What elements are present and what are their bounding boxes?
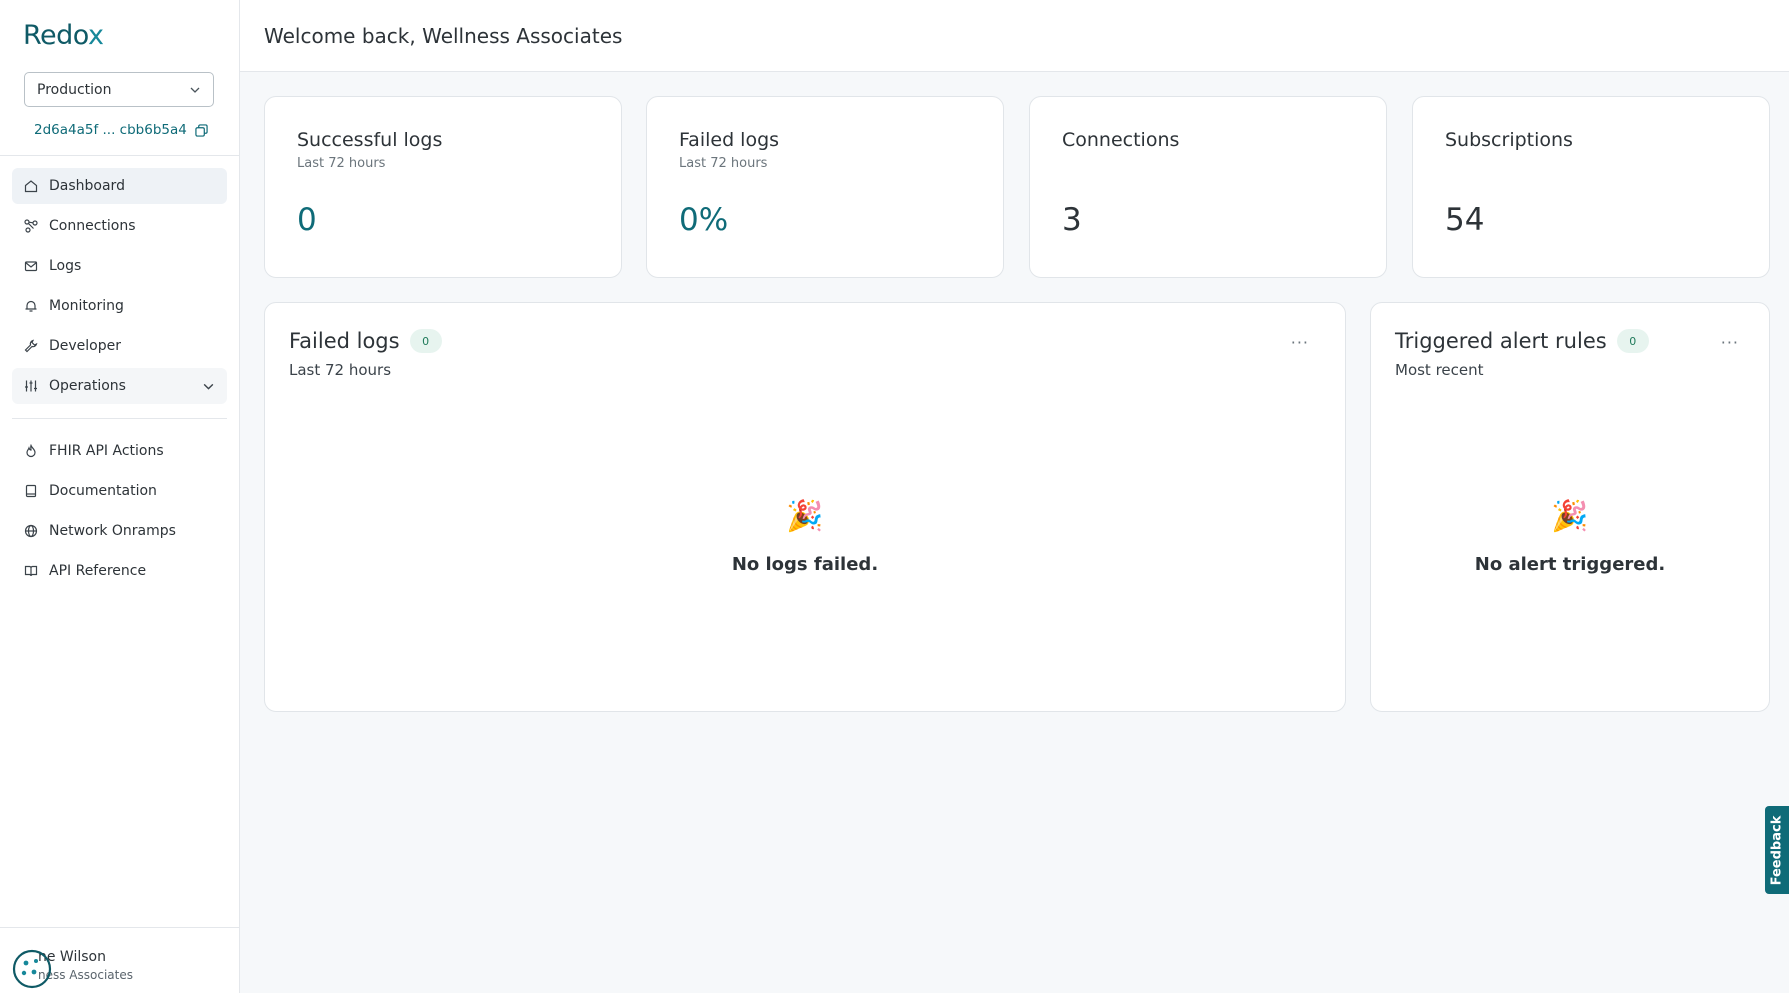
logo-text: Redo bbox=[23, 20, 89, 51]
sidebar-item-label: Network Onramps bbox=[49, 523, 176, 539]
feedback-tab[interactable]: Feedback bbox=[1765, 806, 1789, 894]
home-icon bbox=[24, 180, 38, 193]
panel-subtitle: Last 72 hours bbox=[289, 361, 392, 379]
count-badge: 0 bbox=[1616, 329, 1649, 353]
page-title: Welcome back, Wellness Associates bbox=[264, 23, 623, 48]
sidebar-item-label: FHIR API Actions bbox=[49, 443, 164, 459]
panel-header: Failed logs 0 bbox=[289, 329, 442, 353]
empty-state: 🎉 No alert triggered. bbox=[1371, 499, 1769, 575]
panel-title: Failed logs bbox=[289, 329, 400, 353]
panel-subtitle: Most recent bbox=[1395, 361, 1484, 379]
secondary-nav: FHIR API Actions Documentation Network O… bbox=[12, 433, 227, 593]
panel-header: Triggered alert rules 0 bbox=[1395, 329, 1649, 353]
stat-value: 3 bbox=[1062, 202, 1082, 238]
chevron-down-icon bbox=[203, 383, 214, 390]
sidebar-item-documentation[interactable]: Documentation bbox=[12, 473, 227, 509]
main-content: Welcome back, Wellness Associates Succes… bbox=[240, 0, 1789, 993]
primary-nav: Dashboard Connections Logs Monitoring De… bbox=[12, 168, 227, 408]
panel-title: Triggered alert rules bbox=[1395, 329, 1607, 353]
party-popper-icon: 🎉 bbox=[1551, 499, 1589, 534]
user-profile[interactable]: ne Wilson ness Associates bbox=[12, 927, 239, 993]
stat-subtitle bbox=[1062, 156, 1354, 172]
bell-icon bbox=[25, 300, 37, 312]
redox-logo[interactable]: Redox bbox=[23, 20, 104, 51]
sidebar-item-label: Dashboard bbox=[49, 178, 125, 194]
stat-title: Failed logs bbox=[679, 129, 780, 151]
sidebar-item-logs[interactable]: Logs bbox=[12, 248, 227, 284]
environment-select[interactable]: Production bbox=[24, 72, 214, 107]
sidebar-item-network-onramps[interactable]: Network Onramps bbox=[12, 513, 227, 549]
sidebar-item-label: Operations bbox=[49, 378, 126, 394]
sidebar-item-developer[interactable]: Developer bbox=[12, 328, 227, 364]
count-badge: 0 bbox=[409, 329, 442, 353]
stat-card-connections: Connections 3 bbox=[1029, 96, 1387, 278]
sidebar-item-label: Documentation bbox=[49, 483, 157, 499]
stat-title: Successful logs bbox=[297, 129, 443, 151]
sidebar: Redox Production 2d6a4a5f ... cbb6b5a4 D… bbox=[0, 0, 240, 993]
empty-state-text: No logs failed. bbox=[731, 554, 879, 575]
sidebar-item-api-reference[interactable]: API Reference bbox=[12, 553, 227, 589]
empty-state: 🎉 No logs failed. bbox=[265, 499, 1345, 575]
copy-icon[interactable] bbox=[195, 123, 208, 137]
triggered-alert-rules-panel: Triggered alert rules 0 Most recent ··· … bbox=[1370, 302, 1770, 712]
stat-subtitle: Last 72 hours bbox=[297, 156, 386, 171]
sidebar-divider bbox=[0, 155, 239, 156]
mail-icon bbox=[24, 261, 38, 272]
stat-subtitle: Last 72 hours bbox=[679, 156, 768, 171]
cookie-icon[interactable] bbox=[12, 949, 52, 989]
stat-value: 0% bbox=[679, 202, 729, 238]
sidebar-item-fhir-api-actions[interactable]: FHIR API Actions bbox=[12, 433, 227, 469]
book-icon bbox=[25, 484, 37, 498]
party-popper-icon: 🎉 bbox=[786, 499, 824, 534]
connections-icon bbox=[24, 219, 38, 233]
org-id: 2d6a4a5f ... cbb6b5a4 bbox=[34, 122, 208, 138]
sidebar-item-label: Monitoring bbox=[49, 298, 124, 314]
sidebar-item-monitoring[interactable]: Monitoring bbox=[12, 288, 227, 324]
app: Redox Production 2d6a4a5f ... cbb6b5a4 D… bbox=[0, 0, 1789, 993]
stat-subtitle bbox=[1445, 156, 1737, 172]
stat-title: Subscriptions bbox=[1445, 129, 1573, 151]
more-options-button[interactable]: ··· bbox=[1721, 333, 1739, 352]
stat-card-successful-logs: Successful logs Last 72 hours 0 bbox=[264, 96, 622, 278]
globe-icon bbox=[24, 524, 38, 538]
sidebar-divider bbox=[12, 418, 227, 419]
stat-card-subscriptions: Subscriptions 54 bbox=[1412, 96, 1770, 278]
sidebar-item-operations[interactable]: Operations bbox=[12, 368, 227, 404]
flame-icon bbox=[26, 444, 36, 458]
chevron-down-icon bbox=[190, 87, 200, 93]
open-book-icon bbox=[24, 565, 38, 577]
feedback-label: Feedback bbox=[1769, 815, 1785, 885]
environment-selected-value: Production bbox=[37, 81, 112, 98]
sidebar-item-dashboard[interactable]: Dashboard bbox=[12, 168, 227, 204]
more-options-button[interactable]: ··· bbox=[1291, 333, 1309, 352]
sidebar-item-label: API Reference bbox=[49, 563, 147, 579]
page-header: Welcome back, Wellness Associates bbox=[240, 0, 1789, 72]
org-id-text: 2d6a4a5f ... cbb6b5a4 bbox=[34, 122, 187, 138]
sidebar-item-connections[interactable]: Connections bbox=[12, 208, 227, 244]
sidebar-item-label: Developer bbox=[49, 338, 122, 354]
stat-value: 54 bbox=[1445, 202, 1485, 238]
sidebar-item-label: Logs bbox=[49, 258, 82, 274]
logo-accent-text: x bbox=[88, 20, 104, 51]
sliders-icon bbox=[25, 380, 37, 392]
stat-value: 0 bbox=[297, 202, 317, 238]
user-org: ness Associates bbox=[38, 968, 133, 982]
empty-state-text: No alert triggered. bbox=[1474, 554, 1666, 575]
stat-card-failed-logs: Failed logs Last 72 hours 0% bbox=[646, 96, 1004, 278]
sidebar-item-label: Connections bbox=[49, 218, 136, 234]
stat-title: Connections bbox=[1062, 129, 1180, 151]
failed-logs-panel: Failed logs 0 Last 72 hours ··· 🎉 No log… bbox=[264, 302, 1346, 712]
wrench-icon bbox=[24, 339, 38, 353]
